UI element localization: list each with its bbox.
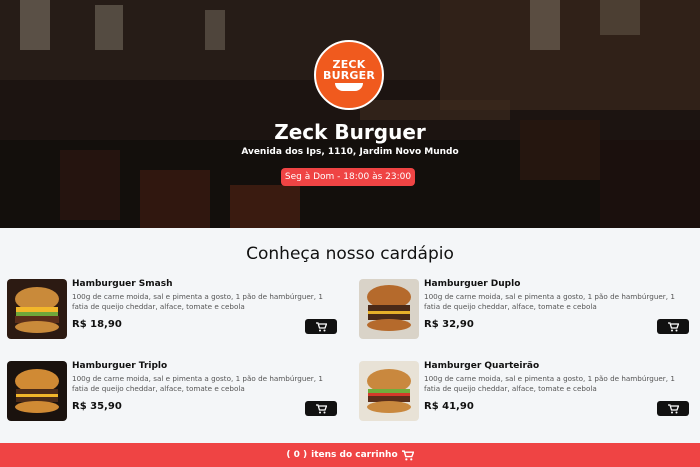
menu-item-description: 100g de carne moida, sal e pimenta a gos… <box>72 292 323 311</box>
menu-item-description: 100g de carne moida, sal e pimenta a gos… <box>424 374 675 393</box>
menu-item-name: Hamburguer Duplo <box>424 279 521 289</box>
menu-item-card: Hamburguer Triplo 100g de carne moida, s… <box>7 361 337 423</box>
shopping-cart-icon <box>315 403 327 413</box>
cart-footer-button[interactable]: ( 0 ) itens do carrinho <box>0 443 700 467</box>
menu-item-card: Hamburguer Smash 100g de carne moida, sa… <box>7 279 337 341</box>
burger-duplo-image <box>359 279 419 339</box>
shopping-cart-icon <box>667 403 679 413</box>
burger-quarteirao-image <box>359 361 419 421</box>
brand-logo: ZECK BURGER <box>314 40 384 110</box>
hero-banner: ZECK BURGER Zeck Burguer Avenida dos Ips… <box>0 0 700 228</box>
logo-text-line2: BURGER <box>323 69 375 82</box>
cart-label: itens do carrinho <box>311 450 398 460</box>
opening-hours-badge: Seg à Dom - 18:00 às 23:00 <box>281 168 415 186</box>
menu-item-price: R$ 18,90 <box>72 319 122 330</box>
menu-item-description: 100g de carne moida, sal e pimenta a gos… <box>72 374 323 393</box>
menu-item-description: 100g de carne moida, sal e pimenta a gos… <box>424 292 675 311</box>
cart-count: ( 0 ) <box>286 450 308 460</box>
menu-item-price: R$ 41,90 <box>424 401 474 412</box>
burger-triplo-image <box>7 361 67 421</box>
menu-item-name: Hamburguer Triplo <box>72 361 168 371</box>
menu-section-title: Conheça nosso cardápio <box>246 244 454 264</box>
shopping-cart-icon <box>315 321 327 331</box>
menu-item-price: R$ 35,90 <box>72 401 122 412</box>
add-to-cart-button[interactable] <box>305 401 337 416</box>
burger-smash-image <box>7 279 67 339</box>
menu-item-name: Hamburguer Smash <box>72 279 173 289</box>
menu-item-price: R$ 32,90 <box>424 319 474 330</box>
menu-item-name: Hamburger Quarteirão <box>424 361 540 371</box>
add-to-cart-button[interactable] <box>657 401 689 416</box>
menu-item-card: Hamburguer Duplo 100g de carne moida, sa… <box>359 279 689 341</box>
menu-item-card: Hamburger Quarteirão 100g de carne moida… <box>359 361 689 423</box>
shopping-cart-icon <box>401 449 414 460</box>
restaurant-address: Avenida dos Ips, 1110, Jardim Novo Mundo <box>241 147 459 157</box>
add-to-cart-button[interactable] <box>657 319 689 334</box>
add-to-cart-button[interactable] <box>305 319 337 334</box>
logo-bun-graphic <box>335 83 363 91</box>
shopping-cart-icon <box>667 321 679 331</box>
restaurant-name: Zeck Burguer <box>274 120 426 144</box>
hero-overlay <box>0 0 700 228</box>
